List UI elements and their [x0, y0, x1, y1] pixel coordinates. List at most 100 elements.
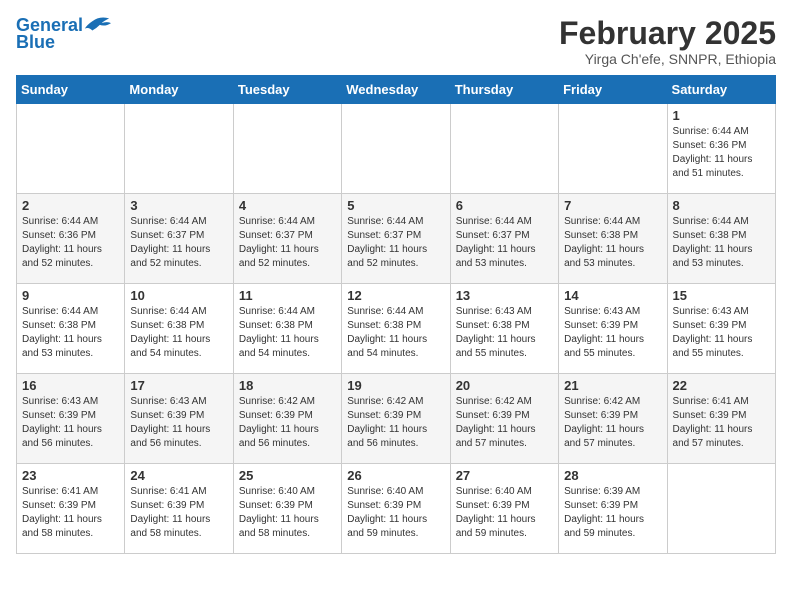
calendar-cell: 15 Sunrise: 6:43 AM Sunset: 6:39 PM Dayli… — [667, 284, 775, 374]
calendar-cell: 13 Sunrise: 6:43 AM Sunset: 6:38 PM Dayli… — [450, 284, 558, 374]
day-number: 25 — [239, 468, 336, 483]
calendar-cell: 2 Sunrise: 6:44 AM Sunset: 6:36 PM Daylig… — [17, 194, 125, 284]
cell-info: Sunrise: 6:44 AM Sunset: 6:38 PM Dayligh… — [673, 215, 770, 271]
day-number: 22 — [673, 378, 770, 393]
logo-bird-icon — [83, 12, 111, 36]
day-header-tuesday: Tuesday — [233, 76, 341, 104]
cell-info: Sunrise: 6:42 AM Sunset: 6:39 PM Dayligh… — [456, 395, 553, 451]
cell-info: Sunrise: 6:40 AM Sunset: 6:39 PM Dayligh… — [239, 485, 336, 541]
cell-info: Sunrise: 6:43 AM Sunset: 6:39 PM Dayligh… — [130, 395, 227, 451]
calendar-week-2: 2 Sunrise: 6:44 AM Sunset: 6:36 PM Daylig… — [17, 194, 776, 284]
calendar-cell: 26 Sunrise: 6:40 AM Sunset: 6:39 PM Dayli… — [342, 464, 450, 554]
cell-info: Sunrise: 6:44 AM Sunset: 6:36 PM Dayligh… — [673, 125, 770, 181]
calendar-cell: 28 Sunrise: 6:39 AM Sunset: 6:39 PM Dayli… — [559, 464, 667, 554]
day-number: 7 — [564, 198, 661, 213]
cell-info: Sunrise: 6:43 AM Sunset: 6:39 PM Dayligh… — [564, 305, 661, 361]
calendar-cell: 7 Sunrise: 6:44 AM Sunset: 6:38 PM Daylig… — [559, 194, 667, 284]
day-number: 4 — [239, 198, 336, 213]
cell-info: Sunrise: 6:44 AM Sunset: 6:38 PM Dayligh… — [22, 305, 119, 361]
day-number: 13 — [456, 288, 553, 303]
calendar-cell: 24 Sunrise: 6:41 AM Sunset: 6:39 PM Dayli… — [125, 464, 233, 554]
location-subtitle: Yirga Ch'efe, SNNPR, Ethiopia — [559, 51, 776, 67]
cell-info: Sunrise: 6:41 AM Sunset: 6:39 PM Dayligh… — [130, 485, 227, 541]
calendar-header: SundayMondayTuesdayWednesdayThursdayFrid… — [17, 76, 776, 104]
cell-info: Sunrise: 6:44 AM Sunset: 6:37 PM Dayligh… — [239, 215, 336, 271]
day-header-thursday: Thursday — [450, 76, 558, 104]
day-number: 5 — [347, 198, 444, 213]
day-header-sunday: Sunday — [17, 76, 125, 104]
day-number: 28 — [564, 468, 661, 483]
day-header-monday: Monday — [125, 76, 233, 104]
calendar-cell: 4 Sunrise: 6:44 AM Sunset: 6:37 PM Daylig… — [233, 194, 341, 284]
day-number: 23 — [22, 468, 119, 483]
cell-info: Sunrise: 6:44 AM Sunset: 6:38 PM Dayligh… — [130, 305, 227, 361]
calendar-cell: 18Sunrise: 6:42 AM Sunset: 6:39 PM Dayli… — [233, 374, 341, 464]
calendar-cell: 12Sunrise: 6:44 AM Sunset: 6:38 PM Dayli… — [342, 284, 450, 374]
cell-info: Sunrise: 6:44 AM Sunset: 6:37 PM Dayligh… — [456, 215, 553, 271]
cell-info: Sunrise: 6:43 AM Sunset: 6:39 PM Dayligh… — [673, 305, 770, 361]
day-number: 6 — [456, 198, 553, 213]
day-number: 1 — [673, 108, 770, 123]
calendar-cell: 23Sunrise: 6:41 AM Sunset: 6:39 PM Dayli… — [17, 464, 125, 554]
calendar-cell: 8Sunrise: 6:44 AM Sunset: 6:38 PM Daylig… — [667, 194, 775, 284]
day-number: 17 — [130, 378, 227, 393]
calendar-cell — [342, 104, 450, 194]
calendar-week-4: 16 Sunrise: 6:43 AM Sunset: 6:39 PM Dayli… — [17, 374, 776, 464]
logo: General Blue — [16, 16, 111, 53]
day-number: 19 — [347, 378, 444, 393]
cell-info: Sunrise: 6:40 AM Sunset: 6:39 PM Dayligh… — [347, 485, 444, 541]
calendar-cell: 1 Sunrise: 6:44 AM Sunset: 6:36 PM Daylig… — [667, 104, 775, 194]
calendar-week-1: 1 Sunrise: 6:44 AM Sunset: 6:36 PM Daylig… — [17, 104, 776, 194]
cell-info: Sunrise: 6:39 AM Sunset: 6:39 PM Dayligh… — [564, 485, 661, 541]
day-number: 10 — [130, 288, 227, 303]
calendar-cell — [17, 104, 125, 194]
calendar-cell: 6 Sunrise: 6:44 AM Sunset: 6:37 PM Daylig… — [450, 194, 558, 284]
day-number: 24 — [130, 468, 227, 483]
cell-info: Sunrise: 6:44 AM Sunset: 6:38 PM Dayligh… — [564, 215, 661, 271]
cell-info: Sunrise: 6:44 AM Sunset: 6:38 PM Dayligh… — [347, 305, 444, 361]
cell-info: Sunrise: 6:42 AM Sunset: 6:39 PM Dayligh… — [347, 395, 444, 451]
day-number: 14 — [564, 288, 661, 303]
calendar-cell: 19 Sunrise: 6:42 AM Sunset: 6:39 PM Dayli… — [342, 374, 450, 464]
day-header-friday: Friday — [559, 76, 667, 104]
day-number: 20 — [456, 378, 553, 393]
calendar-cell — [125, 104, 233, 194]
day-number: 15 — [673, 288, 770, 303]
day-number: 2 — [22, 198, 119, 213]
calendar-cell: 3 Sunrise: 6:44 AM Sunset: 6:37 PM Daylig… — [125, 194, 233, 284]
title-block: February 2025 Yirga Ch'efe, SNNPR, Ethio… — [559, 16, 776, 67]
calendar-cell — [559, 104, 667, 194]
day-number: 21 — [564, 378, 661, 393]
cell-info: Sunrise: 6:42 AM Sunset: 6:39 PM Dayligh… — [239, 395, 336, 451]
cell-info: Sunrise: 6:40 AM Sunset: 6:39 PM Dayligh… — [456, 485, 553, 541]
cell-info: Sunrise: 6:43 AM Sunset: 6:38 PM Dayligh… — [456, 305, 553, 361]
day-number: 26 — [347, 468, 444, 483]
cell-info: Sunrise: 6:43 AM Sunset: 6:39 PM Dayligh… — [22, 395, 119, 451]
calendar-cell: 17 Sunrise: 6:43 AM Sunset: 6:39 PM Dayli… — [125, 374, 233, 464]
calendar-cell: 21 Sunrise: 6:42 AM Sunset: 6:39 PM Dayli… — [559, 374, 667, 464]
cell-info: Sunrise: 6:44 AM Sunset: 6:38 PM Dayligh… — [239, 305, 336, 361]
calendar-cell: 27 Sunrise: 6:40 AM Sunset: 6:39 PM Dayli… — [450, 464, 558, 554]
calendar-cell: 5Sunrise: 6:44 AM Sunset: 6:37 PM Daylig… — [342, 194, 450, 284]
calendar-cell — [450, 104, 558, 194]
cell-info: Sunrise: 6:44 AM Sunset: 6:37 PM Dayligh… — [130, 215, 227, 271]
day-number: 3 — [130, 198, 227, 213]
calendar-cell: 16 Sunrise: 6:43 AM Sunset: 6:39 PM Dayli… — [17, 374, 125, 464]
calendar-week-3: 9Sunrise: 6:44 AM Sunset: 6:38 PM Daylig… — [17, 284, 776, 374]
calendar-cell — [667, 464, 775, 554]
calendar-cell: 25 Sunrise: 6:40 AM Sunset: 6:39 PM Dayli… — [233, 464, 341, 554]
calendar-body: 1 Sunrise: 6:44 AM Sunset: 6:36 PM Daylig… — [17, 104, 776, 554]
calendar-cell — [233, 104, 341, 194]
calendar-week-5: 23 Sunrise: 6:41 AM Sunset: 6:39 PM Dayli… — [17, 464, 776, 554]
calendar-cell: 11Sunrise: 6:44 AM Sunset: 6:38 PM Dayli… — [233, 284, 341, 374]
page-header: General Blue February 2025 Yirga Ch'efe,… — [16, 16, 776, 67]
cell-info: Sunrise: 6:44 AM Sunset: 6:36 PM Dayligh… — [22, 215, 119, 271]
day-number: 16 — [22, 378, 119, 393]
day-header-wednesday: Wednesday — [342, 76, 450, 104]
calendar-table: SundayMondayTuesdayWednesdayThursdayFrid… — [16, 75, 776, 554]
calendar-cell: 22 Sunrise: 6:41 AM Sunset: 6:39 PM Dayli… — [667, 374, 775, 464]
cell-info: Sunrise: 6:42 AM Sunset: 6:39 PM Dayligh… — [564, 395, 661, 451]
day-number: 27 — [456, 468, 553, 483]
cell-info: Sunrise: 6:41 AM Sunset: 6:39 PM Dayligh… — [673, 395, 770, 451]
day-header-saturday: Saturday — [667, 76, 775, 104]
